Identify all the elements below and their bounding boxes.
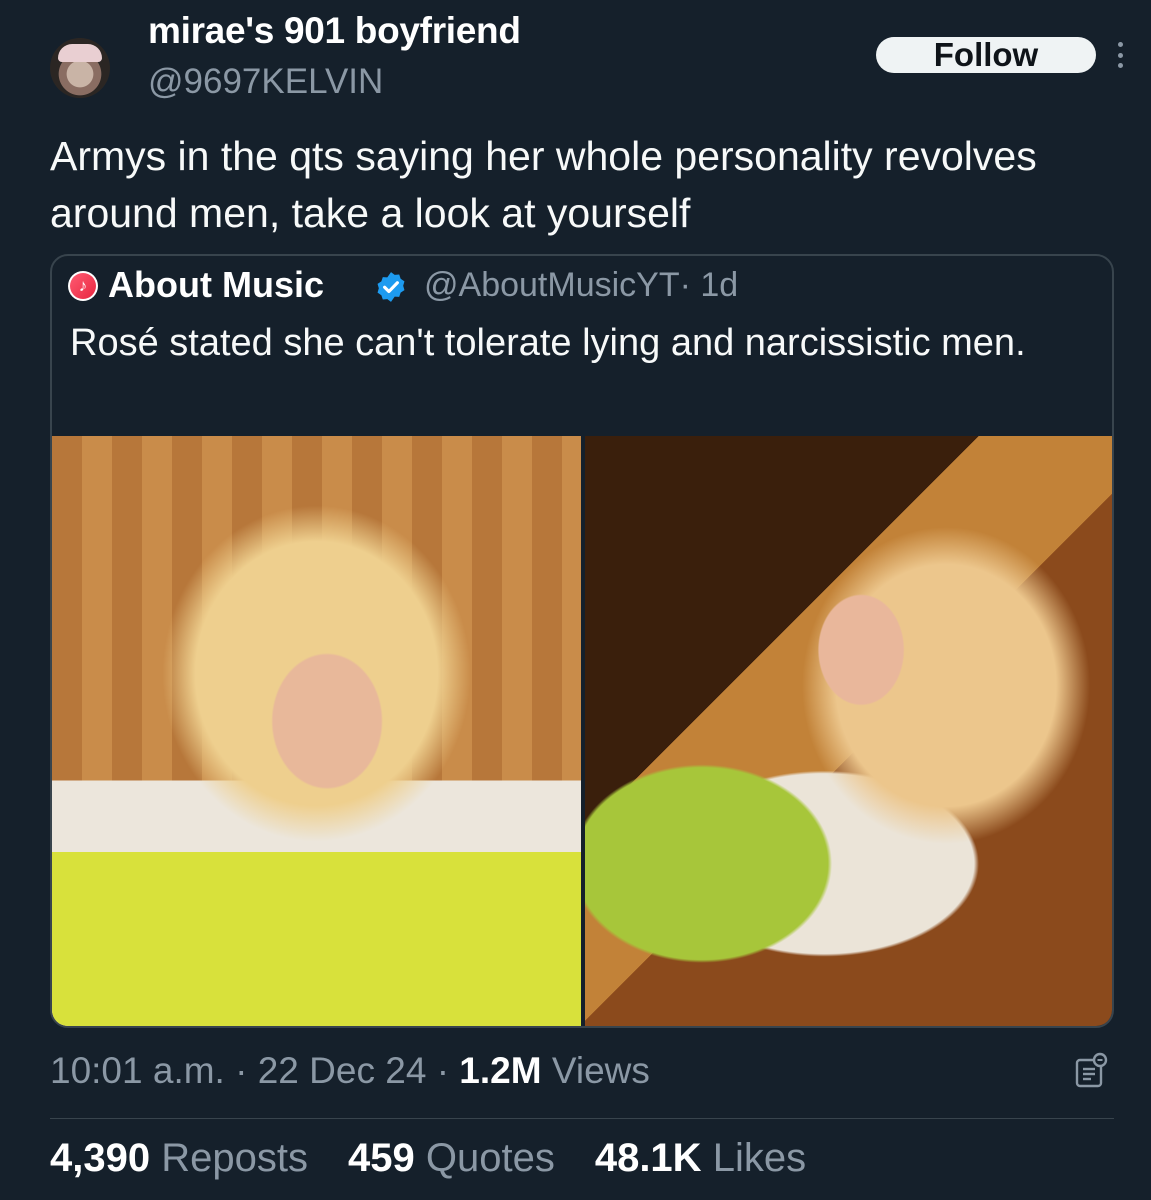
quoted-separator: · bbox=[679, 266, 691, 304]
avatar-cap-shape bbox=[58, 44, 102, 62]
tweet-date: 22 Dec 24 bbox=[257, 1050, 427, 1091]
quoted-author-name[interactable]: About Music bbox=[108, 264, 324, 306]
timestamp-sep-2: · bbox=[436, 1050, 450, 1091]
more-options-icon[interactable] bbox=[1112, 38, 1128, 72]
quoted-tweet-card[interactable]: ♪ About Music @AboutMusicYT· 1d Rosé sta… bbox=[50, 254, 1114, 1028]
tweet-text: Armys in the qts saying her whole person… bbox=[50, 133, 1037, 236]
more-dot bbox=[1117, 42, 1123, 47]
author-display-name[interactable]: mirae's 901 boyfriend bbox=[148, 10, 521, 52]
quoted-age[interactable]: 1d bbox=[700, 266, 738, 304]
views-label: Views bbox=[551, 1050, 650, 1091]
quoted-handle[interactable]: @AboutMusicYT bbox=[424, 266, 680, 304]
more-dot bbox=[1117, 63, 1123, 68]
stat-label: Reposts bbox=[161, 1136, 308, 1180]
author-avatar[interactable] bbox=[50, 38, 110, 98]
verified-badge-icon bbox=[377, 272, 405, 302]
timestamp-sep-1: · bbox=[235, 1050, 248, 1091]
author-handle[interactable]: @9697KELVIN bbox=[148, 62, 383, 102]
stat-reposts[interactable]: 4,390 Reposts bbox=[50, 1136, 308, 1181]
stat-count: 48.1K bbox=[594, 1136, 702, 1180]
analytics-icon[interactable] bbox=[1075, 1052, 1109, 1088]
stat-quotes[interactable]: 459 Quotes bbox=[348, 1136, 555, 1181]
engagement-stats: 4,390 Reposts 459 Quotes 48.1K Likes bbox=[50, 1136, 806, 1181]
stat-label: Quotes bbox=[425, 1136, 555, 1180]
more-dot bbox=[1117, 52, 1123, 58]
quoted-meta: @AboutMusicYT· 1d bbox=[424, 266, 738, 305]
stat-count: 459 bbox=[347, 1136, 415, 1180]
footer-divider bbox=[50, 1118, 1114, 1119]
views-count: 1.2M bbox=[459, 1050, 542, 1091]
quoted-photo-1[interactable] bbox=[52, 436, 581, 1026]
stat-label: Likes bbox=[712, 1136, 807, 1180]
quoted-photo-2[interactable] bbox=[585, 436, 1112, 1026]
follow-button[interactable]: Follow bbox=[876, 36, 1096, 73]
quoted-text: Rosé stated she can't tolerate lying and… bbox=[70, 322, 1026, 364]
tweet-timestamp[interactable]: 10:01 a.m. · 22 Dec 24 · 1.2M Views bbox=[50, 1050, 650, 1092]
quoted-avatar[interactable]: ♪ bbox=[68, 271, 98, 301]
music-note-icon: ♪ bbox=[70, 273, 96, 299]
tweet-time: 10:01 a.m. bbox=[50, 1050, 225, 1091]
stat-likes[interactable]: 48.1K Likes bbox=[595, 1136, 806, 1181]
stat-count: 4,390 bbox=[50, 1136, 151, 1180]
